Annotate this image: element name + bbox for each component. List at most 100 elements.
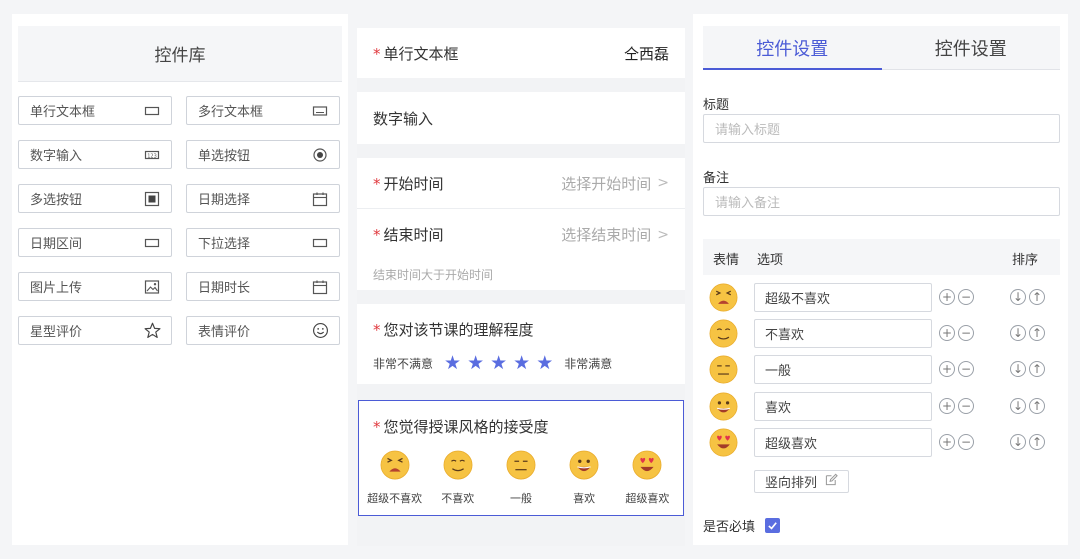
star-icon[interactable]: ★ (536, 352, 553, 374)
tab-widget-settings-2[interactable]: 控件设置 (882, 26, 1061, 69)
angry-face-icon (709, 283, 738, 316)
star-rating-stars[interactable]: ★ ★ ★ ★ ★ (441, 352, 556, 374)
chevron-right-icon: > (657, 226, 669, 243)
arrow-down-circle-icon[interactable]: ↓ (1010, 289, 1026, 305)
arrow-up-circle-icon[interactable]: ↑ (1029, 361, 1045, 377)
star-icon[interactable]: ★ (490, 352, 507, 374)
widget-dropdown[interactable]: 下拉选择 (186, 228, 340, 257)
add-circle-icon[interactable]: + (939, 398, 955, 414)
option-input[interactable]: 超级不喜欢 (754, 283, 932, 312)
option-input[interactable]: 不喜欢 (754, 319, 932, 348)
widget-star-rating[interactable]: 星型评价 (18, 316, 172, 345)
vertical-layout-button[interactable]: 竖向排列 (754, 470, 849, 493)
emoji-rating-field[interactable]: * 您觉得授课风格的接受度 超级不喜欢 不喜欢 一般 喜欢 超级喜欢 (358, 400, 684, 516)
widget-image-upload[interactable]: 图片上传 (18, 272, 172, 301)
start-time-field[interactable]: * 开始时间 选择开始时间 > (357, 158, 685, 209)
widget-single-line-text[interactable]: 单行文本框 (18, 96, 172, 125)
remove-circle-icon[interactable]: − (958, 289, 974, 305)
widget-radio[interactable]: 单选按钮 (186, 140, 340, 169)
option-row: 喜欢 + − ↓ ↑ (703, 392, 1060, 422)
end-time-placeholder[interactable]: 选择结束时间 > (561, 224, 669, 245)
arrow-down-circle-icon[interactable]: ↓ (1010, 325, 1026, 341)
arrow-up-circle-icon[interactable]: ↑ (1029, 289, 1045, 305)
single-text-value: 仝西磊 (623, 44, 669, 63)
emoji-option-label: 超级不喜欢 (367, 492, 423, 505)
required-checkbox[interactable] (765, 518, 781, 533)
col-option: 选项 (757, 253, 784, 268)
star-rating-label: * 您对该节课的理解程度 (357, 304, 685, 340)
arrow-up-circle-icon[interactable]: ↑ (1029, 325, 1045, 341)
options-table-header: 表情 选项 排序 (703, 239, 1060, 275)
svg-text:123: 123 (147, 153, 157, 159)
slight-smile-face-icon (709, 319, 738, 352)
star-icon[interactable]: ★ (467, 352, 484, 374)
edit-icon (825, 473, 838, 490)
single-text-field[interactable]: * 单行文本框 仝西磊 (357, 28, 685, 78)
option-input-value: 一般 (765, 364, 792, 379)
arrow-down-circle-icon[interactable]: ↓ (1010, 361, 1026, 377)
title-input[interactable]: 请输入标题 (703, 114, 1060, 143)
widget-date-picker[interactable]: 日期选择 (186, 184, 340, 213)
remove-circle-icon[interactable]: − (958, 398, 974, 414)
widget-label: 日期时长 (198, 281, 251, 296)
widget-multi-line-text[interactable]: 多行文本框 (186, 96, 340, 125)
emoji-option[interactable]: 超级喜欢 (617, 450, 677, 506)
widget-number-input[interactable]: 数字输入 123 (18, 140, 172, 169)
arrow-up-circle-icon[interactable]: ↑ (1029, 398, 1045, 414)
col-emoji: 表情 (713, 253, 740, 268)
add-circle-icon[interactable]: + (939, 289, 955, 305)
end-time-hint: 结束时间大于开始时间 (357, 260, 685, 288)
radio-icon (311, 146, 329, 164)
remove-circle-icon[interactable]: − (958, 325, 974, 341)
start-time-label: * 开始时间 (373, 173, 444, 194)
checkbox-icon (143, 190, 161, 208)
option-input[interactable]: 喜欢 (754, 392, 932, 421)
end-time-field[interactable]: * 结束时间 选择结束时间 > (357, 209, 685, 260)
widget-label: 单行文本框 (30, 105, 96, 120)
widget-date-range[interactable]: 日期区间 (18, 228, 172, 257)
widget-date-duration[interactable]: 日期时长 (186, 272, 340, 301)
settings-tabs: 控件设置 控件设置 (703, 26, 1060, 70)
widget-label: 单选按钮 (198, 149, 251, 164)
star-rating-field: * 您对该节课的理解程度 非常不满意 ★ ★ ★ ★ ★ 非常满意 (357, 304, 685, 384)
option-input-value: 不喜欢 (765, 328, 805, 343)
option-input[interactable]: 一般 (754, 355, 932, 384)
add-circle-icon[interactable]: + (939, 325, 955, 341)
emoji-option[interactable]: 不喜欢 (428, 450, 488, 506)
tab-widget-settings[interactable]: 控件设置 (703, 26, 882, 70)
add-circle-icon[interactable]: + (939, 434, 955, 450)
title-placeholder: 请输入标题 (715, 123, 781, 138)
option-input[interactable]: 超级喜欢 (754, 428, 932, 457)
note-input[interactable]: 请输入备注 (703, 187, 1060, 216)
emoji-option[interactable]: 超级不喜欢 (365, 450, 425, 506)
heart-eyes-face-icon (632, 450, 662, 484)
form-preview-panel: * 单行文本框 仝西磊 数字输入 * 开始时间 选择开始时间 > * 结束时间 选择结束… (357, 28, 685, 546)
multi-line-text-icon (311, 102, 329, 120)
emoji-option[interactable]: 一般 (491, 450, 551, 506)
star-rating-label-text: 您对该节课的理解程度 (383, 321, 534, 339)
star-icon[interactable]: ★ (513, 352, 530, 374)
arrow-down-circle-icon[interactable]: ↓ (1010, 398, 1026, 414)
number-field[interactable]: 数字输入 (357, 92, 685, 144)
remove-circle-icon[interactable]: − (958, 361, 974, 377)
widget-emoji-rating[interactable]: 表情评价 (186, 316, 340, 345)
widget-checkbox[interactable]: 多选按钮 (18, 184, 172, 213)
widget-label: 多选按钮 (30, 193, 83, 208)
time-group: * 开始时间 选择开始时间 > * 结束时间 选择结束时间 > 结束时间大于开始时间 (357, 158, 685, 290)
start-time-placeholder[interactable]: 选择开始时间 > (561, 173, 669, 194)
remove-circle-icon[interactable]: − (958, 434, 974, 450)
arrow-up-circle-icon[interactable]: ↑ (1029, 434, 1045, 450)
arrow-down-circle-icon[interactable]: ↓ (1010, 434, 1026, 450)
emoji-option-label: 超级喜欢 (625, 492, 670, 505)
note-placeholder: 请输入备注 (715, 196, 781, 211)
star-icon[interactable]: ★ (444, 352, 461, 374)
date-range-icon (143, 234, 161, 252)
check-icon (768, 522, 777, 530)
required-mark: * (373, 44, 381, 63)
widget-label: 日期选择 (198, 193, 251, 208)
single-line-text-icon (143, 102, 161, 120)
emoji-option[interactable]: 喜欢 (554, 450, 614, 506)
add-circle-icon[interactable]: + (939, 361, 955, 377)
col-order: 排序 (1012, 253, 1039, 268)
required-mark: * (373, 418, 381, 436)
